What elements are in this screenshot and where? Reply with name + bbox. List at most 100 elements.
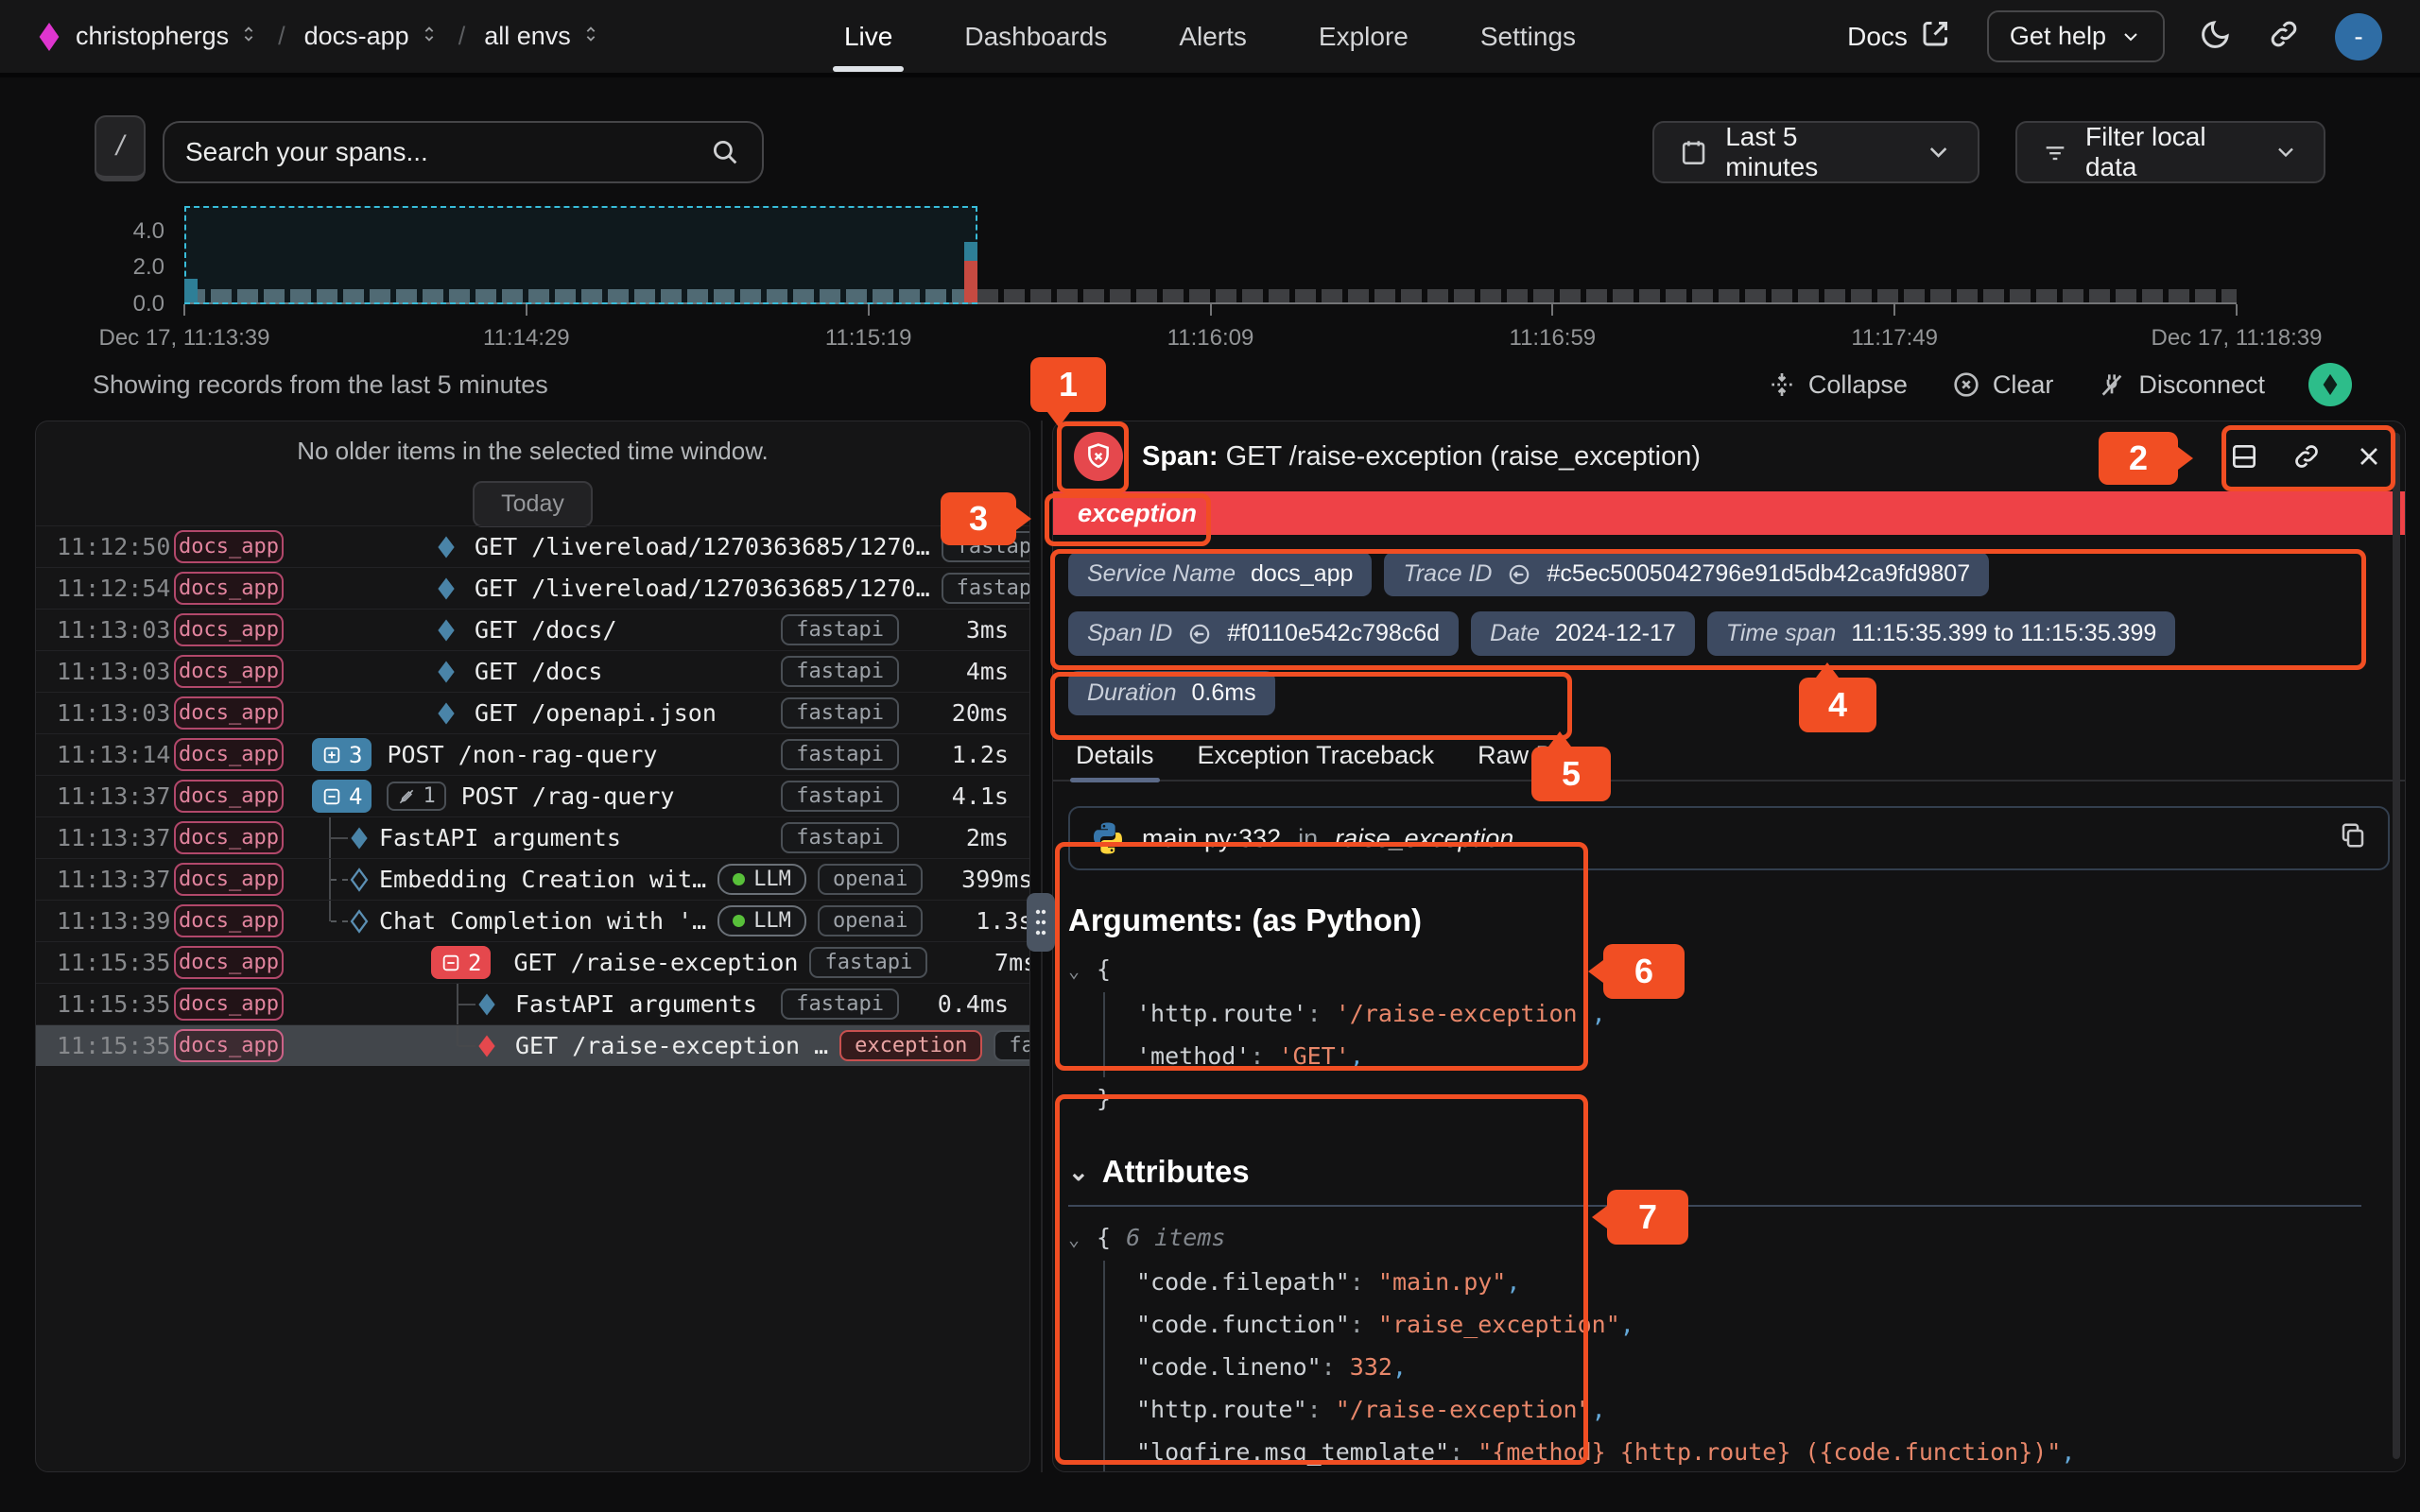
span-id-tag[interactable]: Span ID #f0110e542c798c6d xyxy=(1068,611,1459,656)
attributes-heading[interactable]: ⌄Attributes xyxy=(1068,1154,2390,1190)
panel-resize-handle[interactable] xyxy=(1027,893,1055,952)
disconnect-button[interactable]: Disconnect xyxy=(2097,369,2265,400)
service-badge: docs_app xyxy=(174,780,284,813)
avatar[interactable]: - xyxy=(2335,13,2382,60)
detail-header-actions xyxy=(2229,441,2384,472)
collapse-button[interactable]: Collapse xyxy=(1767,369,1908,400)
close-icon[interactable] xyxy=(2354,441,2384,472)
search-placeholder: Search your spans... xyxy=(185,137,428,167)
attributes-section: ⌄Attributes ⌄{6 items "code.filepath": "… xyxy=(1068,1154,2390,1472)
table-row[interactable]: 11:15:35 docs_app FastAPI arguments fast… xyxy=(36,983,1029,1024)
time-range-dropdown[interactable]: Last 5 minutes xyxy=(1652,121,1979,183)
org-selector[interactable]: christophergs xyxy=(76,22,259,51)
unfold-icon xyxy=(580,22,601,51)
timeline-histogram[interactable]: 0.02.04.0 Dec 17, 11:13:3911:14:2911:15:… xyxy=(0,198,2420,350)
span-name: GET /raise-exception … xyxy=(515,1032,828,1059)
tab-details[interactable]: Details xyxy=(1076,730,1154,781)
chart-plot-area[interactable] xyxy=(184,206,2237,304)
table-row[interactable]: 11:13:14 docs_app 3 POST /non-rag-query … xyxy=(36,733,1029,775)
span-name: GET /raise-exception xyxy=(513,949,798,976)
table-row[interactable]: 11:13:37 docs_app Embedding Creation wit… xyxy=(36,858,1029,900)
share-link-icon[interactable] xyxy=(2267,17,2301,56)
table-row[interactable]: 11:13:03 docs_app GET /openapi.json fast… xyxy=(36,692,1029,733)
table-row[interactable]: 11:12:50 docs_app GET /livereload/127036… xyxy=(36,525,1029,567)
table-row[interactable]: 11:13:37 docs_app FastAPI arguments fast… xyxy=(36,816,1029,858)
collapse-children-badge-error[interactable]: 2 xyxy=(431,946,491,979)
span-name: FastAPI arguments xyxy=(379,824,621,851)
row-time: 11:12:50 xyxy=(57,533,163,560)
chart-time-selection[interactable] xyxy=(184,206,977,304)
collapse-children-badge[interactable]: 4 xyxy=(312,780,372,813)
tab-alerts[interactable]: Alerts xyxy=(1179,0,1247,76)
x-tick-mark xyxy=(2236,304,2238,316)
span-name: GET /openapi.json xyxy=(475,699,717,727)
arguments-heading: Arguments: (as Python) xyxy=(1068,902,2390,938)
search-input[interactable]: Search your spans... xyxy=(163,121,764,183)
grip-dots-icon xyxy=(1033,906,1048,938)
llm-chip: LLM xyxy=(717,905,806,936)
python-icon xyxy=(1091,821,1125,855)
span-diamond-outline-icon xyxy=(348,868,371,892)
tab-explore[interactable]: Explore xyxy=(1319,0,1409,76)
clear-button[interactable]: Clear xyxy=(1951,369,2054,400)
table-row-selected[interactable]: 11:15:35 docs_app GET /raise-exception …… xyxy=(36,1024,1029,1066)
nav-right: Docs Get help - xyxy=(1847,10,2382,62)
table-row[interactable]: 11:15:35 docs_app 2 GET /raise-exception… xyxy=(36,941,1029,983)
filter-icon xyxy=(2042,137,2068,167)
span-title: GET /raise-exception (raise_exception) xyxy=(1226,441,1701,472)
theme-toggle-moon-icon[interactable] xyxy=(2199,17,2233,56)
tab-dashboards[interactable]: Dashboards xyxy=(964,0,1107,76)
expand-children-badge[interactable]: 3 xyxy=(312,738,372,771)
docs-link[interactable]: Docs xyxy=(1847,16,1953,57)
span-rows: 11:12:50 docs_app GET /livereload/127036… xyxy=(36,525,1029,1066)
annotation-label-1: 1 xyxy=(1030,357,1106,412)
unfold-icon xyxy=(238,22,259,51)
env-name: all envs xyxy=(484,22,571,51)
source-file[interactable]: main.py:332 xyxy=(1142,824,1281,853)
bucket-strip xyxy=(977,289,2237,302)
span-duration: 399ms xyxy=(923,866,1030,893)
table-row[interactable]: 11:13:03 docs_app GET /docs/ fastapi 3ms xyxy=(36,609,1029,650)
live-indicator[interactable] xyxy=(2308,363,2352,406)
table-row[interactable]: 11:13:03 docs_app GET /docs fastapi 4ms xyxy=(36,650,1029,692)
row-time: 11:15:35 xyxy=(57,949,163,976)
framework-chip: fastapi xyxy=(781,739,899,770)
trace-id-tag[interactable]: Trace ID #c5ec5005042796e91d5db42ca9fd98… xyxy=(1384,552,1989,596)
tree-connector xyxy=(329,901,371,942)
filter-dropdown[interactable]: Filter local data xyxy=(2015,121,2325,183)
table-row[interactable]: 11:13:37 docs_app 4 1 POST /rag-query fa… xyxy=(36,775,1029,816)
x-tick-label: 11:16:59 xyxy=(1510,325,1597,352)
scrollbar[interactable] xyxy=(2393,433,2400,1459)
collapse-caret-icon[interactable]: ⌄ xyxy=(1068,1218,1097,1261)
env-selector[interactable]: all envs xyxy=(484,22,601,51)
x-tick-label: Dec 17, 11:13:39 xyxy=(98,325,269,352)
span-duration: 7ms xyxy=(927,949,1030,976)
arguments-code: ⌄{ 'http.route': '/raise-exception', 'me… xyxy=(1068,948,2390,1122)
llm-dot-icon xyxy=(733,915,745,927)
row-time: 11:12:54 xyxy=(57,575,163,602)
copy-button[interactable] xyxy=(2339,821,2367,856)
docs-label: Docs xyxy=(1847,22,1908,52)
service-badge: docs_app xyxy=(174,572,284,605)
span-duration: 0.4ms xyxy=(899,990,1009,1018)
today-pill[interactable]: Today xyxy=(473,481,593,527)
unfold-icon xyxy=(419,22,440,51)
service-badge: docs_app xyxy=(174,655,284,688)
tab-exception-traceback[interactable]: Exception Traceback xyxy=(1198,730,1435,781)
copy-link-icon[interactable] xyxy=(2291,441,2322,472)
get-help-button[interactable]: Get help xyxy=(1987,10,2165,62)
tab-live[interactable]: Live xyxy=(844,0,892,76)
project-selector[interactable]: docs-app xyxy=(304,22,440,51)
tab-raw-data[interactable]: Raw Data xyxy=(1478,730,1590,781)
child-count: 2 xyxy=(468,950,481,976)
tab-settings[interactable]: Settings xyxy=(1480,0,1576,76)
table-row[interactable]: 11:12:54 docs_app GET /livereload/127036… xyxy=(36,567,1029,609)
span-duration: 4ms xyxy=(899,658,1009,685)
framework-chip: fastapi xyxy=(781,988,899,1020)
disconnect-plug-icon xyxy=(2097,369,2127,400)
split-panel-icon[interactable] xyxy=(2229,441,2259,472)
get-help-label: Get help xyxy=(2010,22,2106,51)
table-row[interactable]: 11:13:39 docs_app Chat Completion with '… xyxy=(36,900,1029,941)
x-tick-mark xyxy=(1210,304,1212,316)
collapse-caret-icon[interactable]: ⌄ xyxy=(1068,950,1097,992)
